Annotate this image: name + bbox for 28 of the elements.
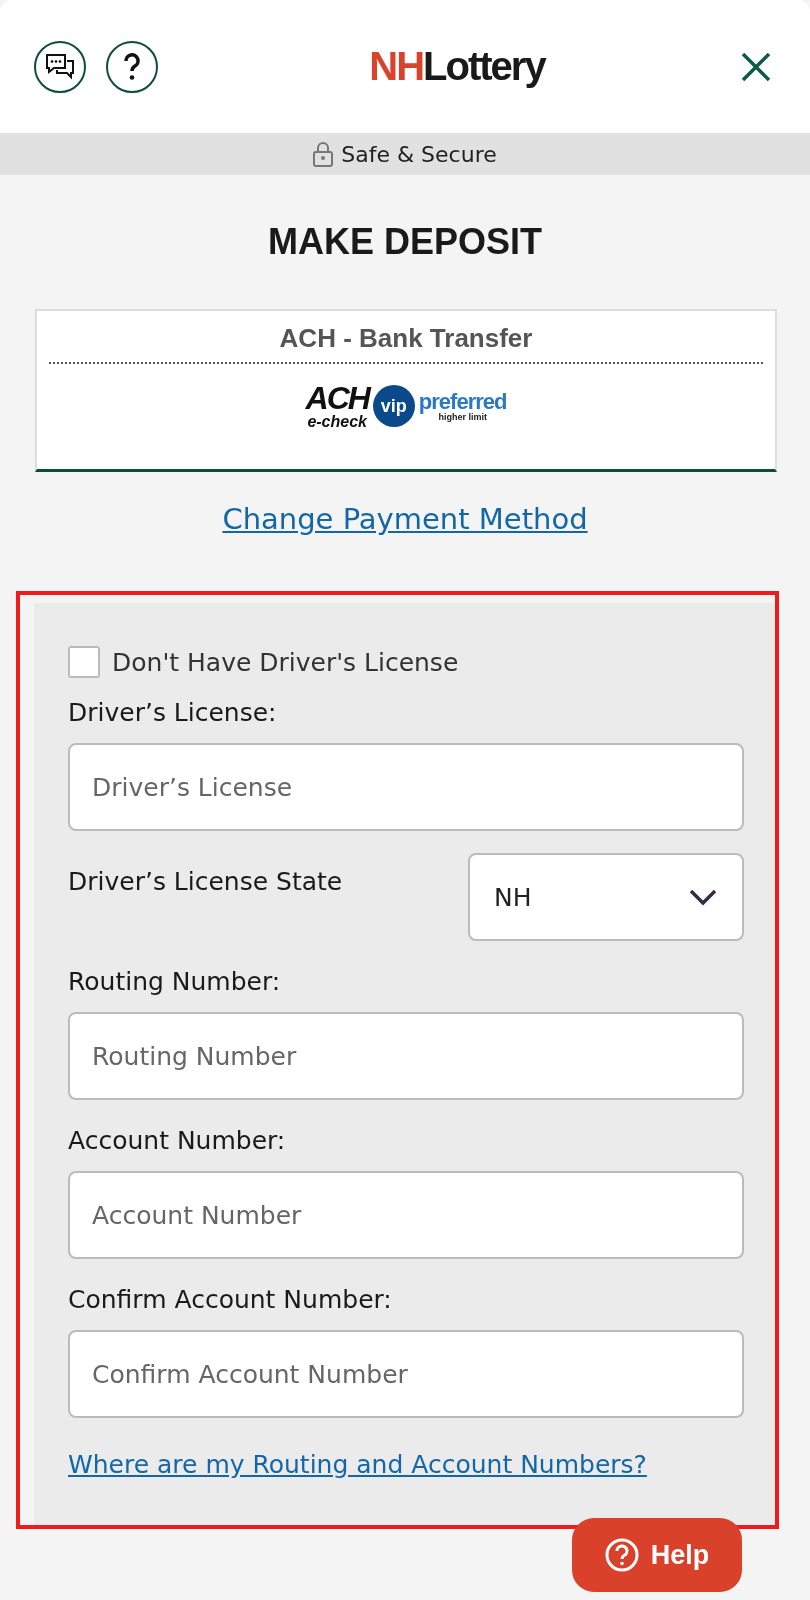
chat-button[interactable] [34, 40, 86, 93]
close-icon [741, 51, 771, 82]
field-label: Routing Number: [68, 967, 282, 996]
chevron-down-icon [688, 888, 718, 906]
field-label: Driver’s License State [68, 867, 343, 896]
security-label: Safe & Secure [341, 141, 497, 167]
input-field[interactable]: Routing Number [68, 1012, 744, 1100]
state-dropdown[interactable]: NH [468, 853, 744, 941]
chat-bubbles-icon [45, 52, 75, 81]
help-button[interactable] [106, 40, 158, 93]
change-payment-link[interactable]: Change Payment Method [222, 502, 588, 536]
field-label: Confirm Account Number: [68, 1285, 393, 1314]
logo: NHLottery [368, 44, 547, 89]
input-field[interactable]: Confirm Account Number [68, 1330, 744, 1418]
question-circle-icon [604, 1538, 639, 1572]
field-label: Driver’s License: [68, 698, 278, 727]
checkbox[interactable] [68, 646, 100, 678]
input-field[interactable]: Account Number [68, 1171, 744, 1259]
input-field[interactable]: Driver’s License [68, 743, 744, 831]
question-mark-icon [123, 52, 141, 81]
routing-help-link[interactable]: Where are my Routing and Account Numbers? [68, 1450, 647, 1479]
help-chat-button[interactable]: Help [572, 1518, 742, 1592]
ach-vip-logo: ACH e-check vip preferred higher limit [305, 382, 507, 430]
page-title: MAKE DEPOSIT [267, 221, 543, 263]
checkbox-label: Don't Have Driver's License [112, 647, 459, 677]
padlock-icon [313, 141, 334, 167]
field-label: Account Number: [68, 1126, 287, 1155]
payment-method-name: ACH - Bank Transfer [279, 322, 533, 355]
